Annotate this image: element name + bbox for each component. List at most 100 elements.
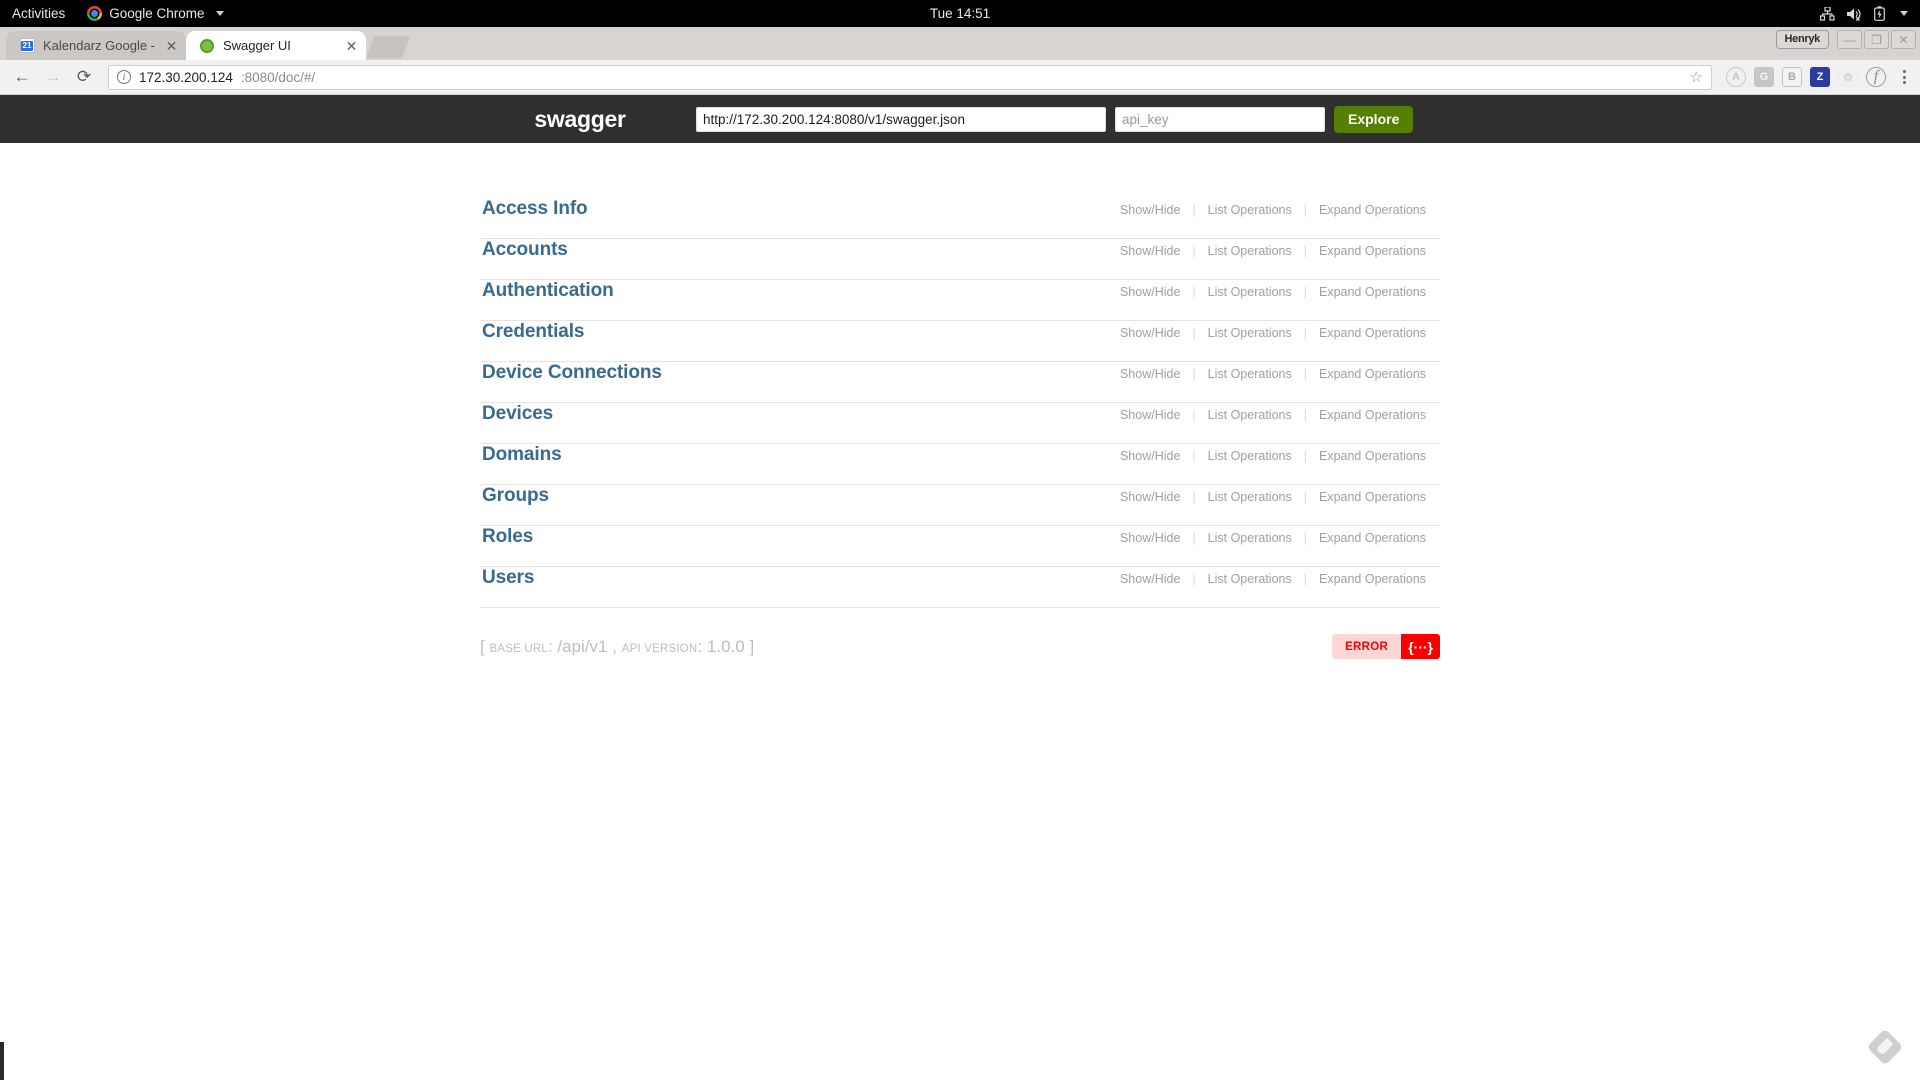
page-info-icon[interactable]: i xyxy=(117,70,131,84)
list-operations-link[interactable]: List Operations xyxy=(1196,367,1304,381)
expand-operations-link[interactable]: Expand Operations xyxy=(1307,244,1438,258)
user-profile-chip[interactable]: Henryk xyxy=(1775,30,1829,49)
expand-operations-link[interactable]: Expand Operations xyxy=(1307,367,1438,381)
battery-charging-icon xyxy=(1874,6,1885,21)
app-menu-chrome[interactable]: Google Chrome xyxy=(87,6,224,21)
maximize-button[interactable]: ❐ xyxy=(1864,30,1889,49)
resource-row-accounts: Accounts Show/Hide | List Operations | Expan… xyxy=(480,239,1440,280)
resource-row-groups: Groups Show/Hide | List Operations | Expand … xyxy=(480,485,1440,526)
expand-operations-link[interactable]: Expand Operations xyxy=(1307,531,1438,545)
resource-title[interactable]: Device Connections xyxy=(482,362,662,384)
resource-title[interactable]: Authentication xyxy=(482,280,614,302)
new-tab-button[interactable] xyxy=(365,36,411,58)
resource-list: Access Info Show/Hide | List Operations | Ex… xyxy=(480,143,1440,608)
resource-operations: Show/Hide | List Operations | Expand Operati… xyxy=(1108,326,1438,340)
google-extension-icon[interactable]: G xyxy=(1754,67,1774,87)
swagger-page: swagger Explore Access Info Show/Hide|Li… xyxy=(0,95,1920,1080)
reload-button[interactable]: ⟳ xyxy=(70,63,98,91)
expand-operations-link[interactable]: Expand Operations xyxy=(1307,203,1438,217)
extension-bar: A G B Z ⚙ f xyxy=(1720,67,1912,87)
expand-operations-link[interactable]: Expand Operations xyxy=(1307,285,1438,299)
list-operations-link[interactable]: List Operations xyxy=(1196,285,1304,299)
expand-operations-link[interactable]: Expand Operations xyxy=(1307,449,1438,463)
swagger-footer: [ BASE URL: /api/v1 , API VERSION: 1.0.0… xyxy=(480,608,1440,659)
bookmark-star-icon[interactable]: ☆ xyxy=(1690,68,1703,86)
show-hide-link[interactable]: Show/Hide xyxy=(1108,203,1192,217)
validator-error-label: ERROR xyxy=(1332,634,1402,659)
list-operations-link[interactable]: List Operations xyxy=(1196,244,1304,258)
resource-title[interactable]: Access Info xyxy=(482,198,588,220)
swagger-url-input[interactable] xyxy=(696,106,1106,132)
resource-title[interactable]: Roles xyxy=(482,526,533,548)
postman-extension-icon[interactable]: ⚙ xyxy=(1838,67,1858,87)
feedly-extension-icon[interactable]: f xyxy=(1866,67,1886,87)
browser-tab-calendar[interactable]: 21 Kalendarz Google - ✕ xyxy=(6,31,186,60)
show-hide-link[interactable]: Show/Hide xyxy=(1108,449,1192,463)
chrome-menu-icon[interactable] xyxy=(1894,70,1912,84)
list-operations-link[interactable]: List Operations xyxy=(1196,408,1304,422)
show-hide-link[interactable]: Show/Hide xyxy=(1108,285,1192,299)
back-button[interactable]: ← xyxy=(8,63,36,91)
api-version-value: 1.0.0 xyxy=(706,636,745,656)
resource-row-device-connections: Device Connections Show/Hide | List Operat… xyxy=(480,362,1440,403)
show-hide-link[interactable]: Show/Hide xyxy=(1108,572,1192,586)
resource-operations: Show/Hide | List Operations | Expand Operati… xyxy=(1108,490,1438,504)
swagger-logo[interactable]: swagger xyxy=(480,106,680,133)
show-hide-link[interactable]: Show/Hide xyxy=(1108,326,1192,340)
angular-extension-icon[interactable]: A xyxy=(1726,67,1746,87)
tab-close-icon[interactable]: ✕ xyxy=(343,37,360,54)
expand-operations-link[interactable]: Expand Operations xyxy=(1307,408,1438,422)
swagger-icon xyxy=(199,38,215,54)
resource-title[interactable]: Credentials xyxy=(482,321,584,343)
bracket-open: [ xyxy=(480,636,485,656)
resource-row-domains: Domains Show/Hide | List Operations | Expand… xyxy=(480,444,1440,485)
browser-tab-swagger[interactable]: Swagger UI ✕ xyxy=(186,31,366,60)
close-button[interactable]: ✕ xyxy=(1891,30,1916,49)
explore-button[interactable]: Explore xyxy=(1334,105,1414,133)
api-key-input[interactable] xyxy=(1115,106,1325,132)
show-hide-link[interactable]: Show/Hide xyxy=(1108,244,1192,258)
swagger-validator-badge[interactable]: ERROR {···} xyxy=(1332,634,1440,659)
url-path: :8080/doc/#/ xyxy=(240,69,316,85)
resource-title[interactable]: Accounts xyxy=(482,239,568,261)
minimize-button[interactable]: — xyxy=(1837,30,1862,49)
activities-button[interactable]: Activities xyxy=(0,6,79,21)
zotero-extension-icon[interactable]: Z xyxy=(1810,67,1830,87)
system-clock[interactable]: Tue 14:51 xyxy=(0,6,1920,21)
show-hide-link[interactable]: Show/Hide xyxy=(1108,408,1192,422)
resource-operations: Show/Hide | List Operations | Expand Operati… xyxy=(1108,449,1438,463)
list-operations-link[interactable]: List Operations xyxy=(1196,531,1304,545)
window-edge-sliver xyxy=(0,1042,4,1080)
bitwarden-extension-icon[interactable]: B xyxy=(1782,67,1802,87)
system-tray[interactable] xyxy=(1820,6,1920,21)
resource-row-authentication: Authentication Show/Hide | List Operations… xyxy=(480,280,1440,321)
show-hide-link[interactable]: Show/Hide xyxy=(1108,367,1192,381)
feedly-overlay-icon[interactable] xyxy=(1866,1028,1904,1066)
tab-close-icon[interactable]: ✕ xyxy=(163,37,180,54)
list-operations-link[interactable]: List Operations xyxy=(1196,572,1304,586)
expand-operations-link[interactable]: Expand Operations xyxy=(1307,490,1438,504)
resource-row-access-info: Access Info Show/Hide | List Operations | Ex… xyxy=(480,198,1440,239)
resource-title[interactable]: Devices xyxy=(482,403,553,425)
list-operations-link[interactable]: List Operations xyxy=(1196,449,1304,463)
show-hide-link[interactable]: Show/Hide xyxy=(1108,490,1192,504)
list-operations-link[interactable]: List Operations xyxy=(1196,203,1304,217)
expand-operations-link[interactable]: Expand Operations xyxy=(1307,572,1438,586)
chrome-logo-icon xyxy=(87,6,103,21)
window-controls: Henryk — ❐ ✕ xyxy=(1775,30,1920,53)
forward-button[interactable]: → xyxy=(39,63,67,91)
gnome-top-bar: Activities Google Chrome Tue 14:51 xyxy=(0,0,1920,27)
address-bar[interactable]: i 172.30.200.124:8080/doc/#/ ☆ xyxy=(108,64,1712,90)
resource-title[interactable]: Users xyxy=(482,567,534,589)
json-braces-icon: {···} xyxy=(1401,634,1440,659)
expand-operations-link[interactable]: Expand Operations xyxy=(1307,326,1438,340)
resource-title[interactable]: Groups xyxy=(482,485,549,507)
list-operations-link[interactable]: List Operations xyxy=(1196,490,1304,504)
show-hide-link[interactable]: Show/Hide xyxy=(1108,531,1192,545)
api-version-colon: : xyxy=(697,636,703,656)
list-operations-link[interactable]: List Operations xyxy=(1196,326,1304,340)
bracket-close: ] xyxy=(749,636,755,656)
resource-title[interactable]: Domains xyxy=(482,444,562,466)
system-menu-chevron-icon[interactable] xyxy=(1900,11,1908,16)
base-url-label: BASE URL xyxy=(489,642,548,655)
